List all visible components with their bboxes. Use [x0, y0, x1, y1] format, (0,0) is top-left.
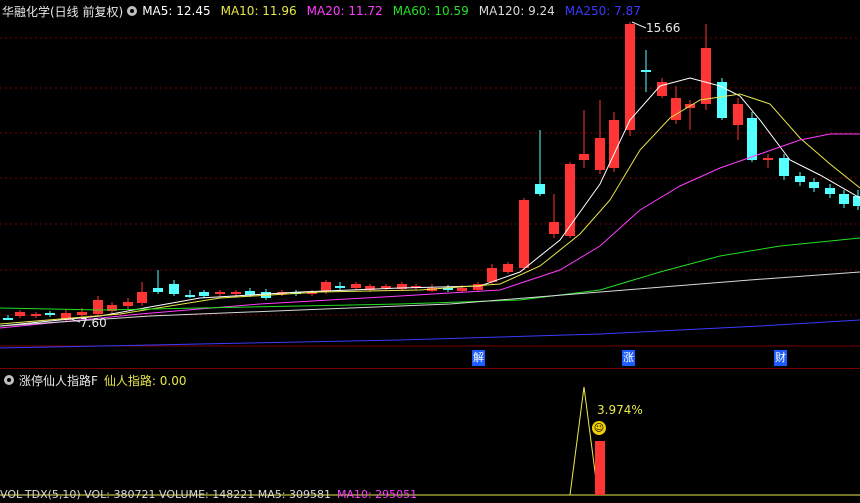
- stock-title: 华融化学(日线 前复权): [2, 4, 124, 19]
- volume-indicator-label: VOL-TDX(5,10) VOL: 380721 VOLUME: 148221…: [0, 488, 331, 501]
- candle-body: [487, 268, 497, 282]
- settings-gear-icon[interactable]: [127, 6, 138, 16]
- candle-body: [839, 194, 849, 204]
- event-marker[interactable]: 解: [472, 350, 485, 366]
- candle-body: [641, 70, 651, 72]
- candle-body: [825, 188, 835, 194]
- candle-body: [215, 292, 225, 294]
- volume-indicator-label: MA10: 295051: [336, 488, 418, 501]
- candle-body: [321, 282, 331, 291]
- candle-body: [625, 24, 635, 130]
- candle-body: [231, 292, 241, 294]
- ma-legend: MA5: 12.45 MA10: 11.96 MA20: 11.72 MA60: 10…: [142, 4, 651, 18]
- candle-body: [45, 313, 55, 315]
- ma-legend-item: MA10: 11.96: [220, 4, 297, 18]
- candle-body: [747, 118, 757, 160]
- indicator-line: [569, 386, 599, 496]
- candle-body: [763, 158, 773, 160]
- candle-body: [93, 300, 103, 314]
- candle-body: [199, 292, 209, 296]
- indicator-bar: [595, 441, 605, 495]
- price-chart-header: 华融化学(日线 前复权) MA5: 12.45 MA10: 11.96 MA20: …: [0, 0, 651, 22]
- event-marker[interactable]: 涨: [622, 350, 635, 366]
- event-marker[interactable]: 财: [774, 350, 787, 366]
- candle-body: [549, 222, 559, 234]
- candle-body: [153, 288, 163, 292]
- ma250-line: [0, 319, 860, 349]
- candle-body: [457, 288, 467, 291]
- candlestick-chart[interactable]: [0, 0, 860, 368]
- indicator-peak-label: 3.974%: [597, 403, 643, 417]
- candle-body: [335, 286, 345, 288]
- ma-legend-item: MA5: 12.45: [142, 4, 211, 18]
- candle-body: [77, 312, 87, 315]
- indicator-title: 涨停仙人指路F: [19, 373, 98, 388]
- candle-body: [351, 284, 361, 288]
- candle-body: [137, 292, 147, 303]
- candle-body: [123, 302, 133, 306]
- candle-body: [809, 182, 819, 188]
- ma120-line: [0, 271, 860, 327]
- ma-legend-item: MA20: 11.72: [306, 4, 383, 18]
- indicator-value: 仙人指路: 0.00: [103, 373, 187, 388]
- candle-body: [169, 284, 179, 294]
- high-price-label: 15.66: [646, 21, 681, 35]
- ma-legend-item: MA60: 10.59: [392, 4, 469, 18]
- price-chart-panel[interactable]: 华融化学(日线 前复权) MA5: 12.45 MA10: 11.96 MA20: …: [0, 0, 860, 368]
- indicator-panel[interactable]: 涨停仙人指路F 仙人指路: 0.00 3.974% ☺: [0, 368, 860, 503]
- candle-body: [535, 184, 545, 194]
- ma20-line: [0, 133, 860, 329]
- ma10-line: [0, 93, 860, 325]
- candle-body: [31, 314, 41, 316]
- candle-body: [503, 264, 513, 272]
- candle-body: [595, 138, 605, 170]
- indicator-gear-icon[interactable]: [4, 375, 14, 385]
- candle-body: [701, 48, 711, 104]
- candle-body: [381, 286, 391, 288]
- candle-body: [779, 158, 789, 176]
- candle-body: [519, 200, 529, 268]
- ma60-line: [0, 237, 860, 311]
- candle-body: [3, 318, 13, 320]
- volume-indicator-strip: VOL-TDX(5,10) VOL: 380721 VOLUME: 148221…: [0, 488, 860, 502]
- candle-body: [15, 312, 25, 316]
- candle-body: [579, 154, 589, 160]
- smiley-icon: ☺: [592, 421, 606, 435]
- indicator-header: 涨停仙人指路F 仙人指路: 0.00: [0, 369, 186, 391]
- candle-body: [795, 176, 805, 182]
- ma-legend-item: MA250: 7.87: [564, 4, 641, 18]
- candle-body: [733, 104, 743, 125]
- candle-body: [185, 295, 195, 297]
- low-price-label: 7.60: [80, 316, 107, 330]
- ma-legend-item: MA120: 9.24: [478, 4, 555, 18]
